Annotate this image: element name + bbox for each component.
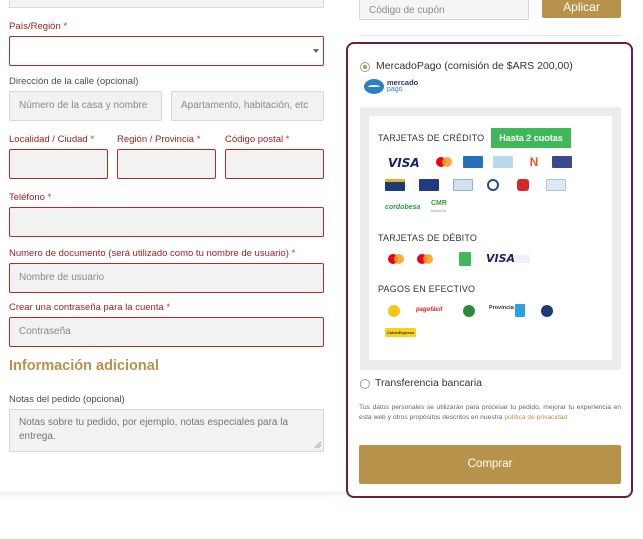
- coupon-input[interactable]: Código de cupón: [359, 0, 529, 20]
- mastercard-logo: [434, 156, 454, 168]
- notes-label: Notas del pedido (opcional): [9, 394, 125, 405]
- walmart-card-logo: [546, 179, 566, 191]
- mercadopago-logo: mercado pago: [364, 78, 422, 96]
- privacy-notice: Tus datos personales se utilizarán para …: [359, 404, 621, 421]
- divider: [359, 35, 621, 36]
- apply-coupon-button[interactable]: Aplicar: [542, 0, 621, 18]
- resize-grip-icon[interactable]: [314, 441, 322, 449]
- maestro-logo: [386, 253, 406, 265]
- mercadopago-label[interactable]: MercadoPago (comisión de $ARS 200,00): [376, 60, 573, 72]
- form-bottom-shadow: [0, 492, 345, 498]
- document-label: Numero de documento (será utilizado como…: [9, 248, 296, 259]
- street-address-input[interactable]: Número de la casa y nombre: [9, 91, 162, 121]
- naranja-logo: N: [524, 156, 544, 168]
- visa-logo: VISA: [388, 156, 420, 170]
- country-label: País/Región *: [9, 21, 68, 32]
- cmr-logo: CMR: [431, 200, 447, 207]
- city-input[interactable]: [9, 149, 108, 179]
- region-input[interactable]: [117, 149, 216, 179]
- argencard-logo: [419, 179, 439, 191]
- nativa-logo: [552, 156, 572, 168]
- password-label: Crear una contraseña para la cuenta *: [9, 302, 171, 313]
- provincia-net-icon: [515, 304, 525, 317]
- installments-badge: Hasta 2 cuotas: [491, 128, 571, 148]
- postal-label: Código postal *: [225, 134, 290, 145]
- redlink-logo: [541, 305, 553, 317]
- chevron-down-icon: [313, 49, 319, 53]
- cabal-logo: [385, 179, 405, 191]
- additional-info-title: Información adicional: [9, 358, 159, 374]
- rapipago-badge-logo: [388, 305, 400, 317]
- postal-code-input[interactable]: [225, 149, 324, 179]
- credit-cards-title: TARJETAS DE CRÉDITO: [378, 133, 485, 143]
- cencosud-logo: [517, 179, 529, 191]
- pagofacil-logo: pagofácil: [416, 307, 443, 313]
- handshake-icon: [364, 79, 384, 94]
- diners-logo: [487, 179, 499, 191]
- city-label: Localidad / Ciudad *: [9, 134, 95, 145]
- cordobesa-logo: cordobesa: [385, 204, 421, 211]
- street-label: Dirección de la calle (opcional): [9, 76, 139, 87]
- username-input[interactable]: Nombre de usuario: [9, 263, 324, 293]
- amex-logo: [463, 156, 483, 168]
- place-order-button[interactable]: Comprar: [359, 445, 621, 484]
- bapropago-logo: [463, 305, 475, 317]
- cash-payments-title: PAGOS EN EFECTIVO: [378, 284, 476, 294]
- previous-field[interactable]: [9, 0, 324, 8]
- provincia-net-logo: Provincia: [489, 305, 514, 311]
- billing-form: País/Región * Dirección de la calle (opc…: [0, 0, 335, 492]
- mastercard-debit-logo: [415, 253, 435, 265]
- debit-cards-title: TARJETAS DE DÉBITO: [378, 233, 478, 243]
- password-input[interactable]: Contraseña: [9, 317, 324, 347]
- tarjeta-shopping-logo: [453, 179, 473, 191]
- phone-input[interactable]: [9, 207, 324, 237]
- region-label: Región / Provincia *: [117, 134, 201, 145]
- apartment-input[interactable]: Apartamento, habitación, etc: [171, 91, 324, 121]
- bank-transfer-radio[interactable]: [360, 379, 370, 389]
- visa-electron-logo: [514, 255, 530, 263]
- naranja-visa-logo: [493, 156, 513, 168]
- phone-label: Teléfono *: [9, 192, 52, 203]
- mercadopago-debit-logo: [459, 252, 471, 266]
- country-select[interactable]: [9, 36, 324, 66]
- mercadopago-radio[interactable]: [360, 62, 370, 72]
- order-notes-textarea[interactable]: [9, 409, 324, 452]
- bank-transfer-label[interactable]: Transferencia bancaria: [375, 377, 482, 389]
- cobro-express-logo: CobroExpress: [385, 328, 416, 337]
- cmr-sub: falabella: [431, 208, 446, 213]
- privacy-policy-link[interactable]: política de privacidad.: [504, 414, 569, 421]
